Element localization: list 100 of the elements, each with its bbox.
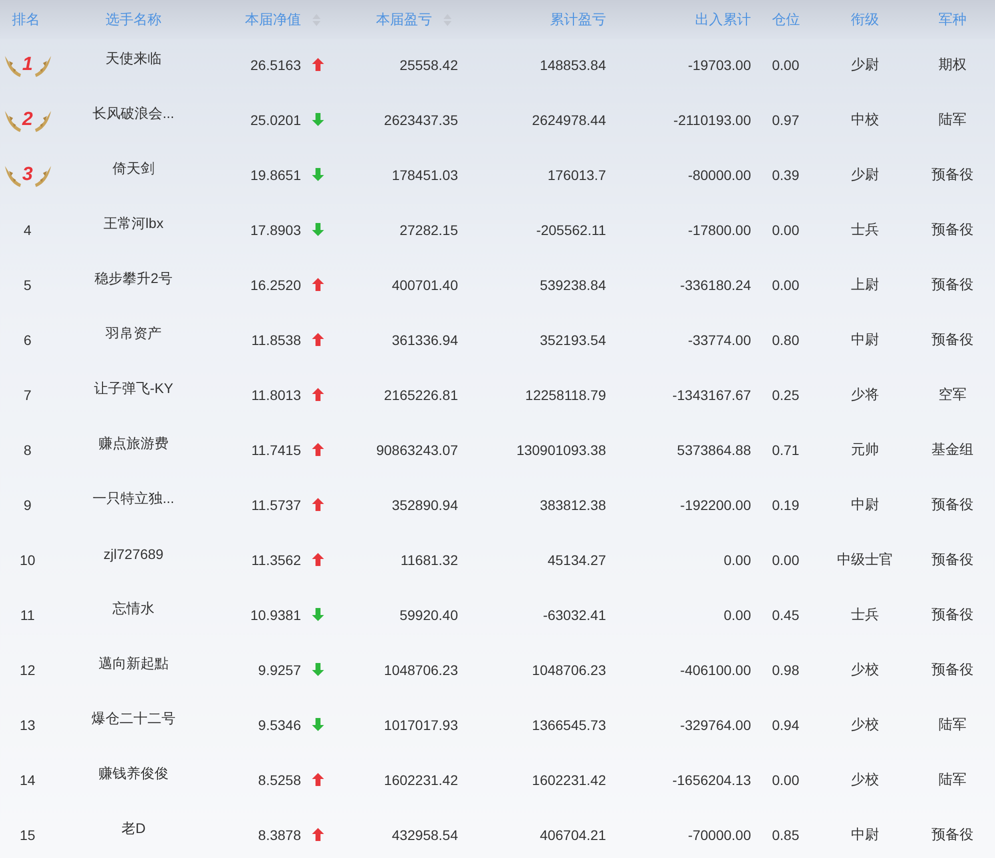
player-name: 让子弹飞-KY	[94, 380, 174, 398]
table-cell: 预备役	[932, 606, 974, 624]
column-header[interactable]: 本届净值	[245, 10, 301, 28]
table-cell: 5373864.88	[677, 442, 751, 458]
table-cell: -2110193.00	[673, 112, 751, 128]
table-cell: 383812.38	[540, 496, 606, 512]
table-cell: 0.19	[772, 496, 800, 512]
table-cell: -1656204.13	[672, 772, 751, 788]
table-cell: 2624978.44	[532, 112, 606, 128]
table-cell: 0.00	[772, 222, 800, 238]
rank-number: 4	[24, 222, 32, 238]
table-cell: 361336.94	[392, 332, 458, 348]
table-cell: 少将	[851, 386, 879, 404]
player-name: 赚钱养俊俊	[98, 764, 168, 782]
column-header: 选手名称	[106, 10, 162, 28]
table-cell: 130901093.38	[516, 442, 606, 458]
table-cell: 预备役	[932, 166, 974, 184]
table-cell: 11.7415	[251, 442, 301, 458]
player-name: 天使来临	[106, 50, 162, 68]
table-cell: 11.3562	[251, 552, 301, 568]
table-cell: 0.25	[772, 386, 800, 402]
table-cell: 352193.54	[540, 332, 606, 348]
table-cell: 2623437.35	[384, 112, 458, 128]
player-name: 长风破浪会...	[92, 104, 174, 122]
table-cell: 148853.84	[540, 56, 606, 72]
rank-number: 12	[20, 662, 36, 678]
table-cell: 12258118.79	[525, 386, 606, 402]
table-cell: 预备役	[932, 660, 974, 678]
table-cell: 8.5258	[258, 772, 301, 788]
table-cell: 1048706.23	[384, 662, 458, 678]
table-cell: -406100.00	[680, 662, 751, 678]
table-cell: 预备役	[932, 496, 974, 514]
table-cell: -205562.11	[536, 222, 606, 238]
table-cell: -336180.24	[680, 276, 751, 292]
table-cell: 0.98	[772, 662, 800, 678]
table-cell: 400701.40	[392, 276, 458, 292]
table-cell: 90863243.07	[376, 442, 458, 458]
table-cell: 少校	[851, 770, 879, 788]
player-name: zjl727689	[104, 546, 164, 562]
table-cell: 0.00	[772, 56, 800, 72]
table-cell: 基金组	[932, 440, 974, 458]
table-cell: 10.9381	[250, 606, 301, 622]
table-cell: 期权	[938, 56, 966, 74]
player-name: 赚点旅游费	[98, 434, 168, 452]
table-cell: 11.8013	[251, 386, 301, 402]
table-cell: 2165226.81	[384, 386, 458, 402]
table-cell: 预备役	[932, 550, 974, 568]
table-cell: 11681.32	[400, 552, 458, 568]
rank-number: 9	[24, 496, 32, 512]
table-cell: 11.5737	[251, 496, 301, 512]
table-cell: 0.00	[772, 276, 800, 292]
rank-number: 2	[22, 108, 33, 130]
table-cell: 士兵	[851, 606, 879, 624]
table-cell: 178451.03	[392, 166, 458, 182]
rank-number: 3	[22, 164, 33, 186]
table-cell: 空军	[938, 386, 966, 404]
table-cell: 1602231.42	[384, 772, 458, 788]
rank-number: 13	[20, 716, 36, 732]
table-cell: -63032.41	[542, 606, 606, 622]
rank-number: 14	[20, 772, 36, 788]
table-cell: 26.5163	[250, 56, 301, 72]
table-cell: 11.8538	[251, 332, 301, 348]
table-cell: 9.5346	[258, 716, 301, 732]
player-name: 倚天剑	[112, 160, 154, 178]
table-cell: 8.3878	[258, 826, 301, 842]
table-cell: 432958.54	[392, 826, 458, 842]
table-cell: 预备役	[932, 826, 974, 844]
rank-number: 8	[24, 442, 32, 458]
table-cell: 0.97	[772, 112, 800, 128]
table-cell: 少校	[851, 660, 879, 678]
table-cell: 1366545.73	[532, 716, 606, 732]
table-cell: 25558.42	[400, 56, 458, 72]
table-cell: 0.00	[772, 772, 800, 788]
table-cell: 上尉	[851, 276, 879, 294]
table-cell: 1048706.23	[532, 662, 606, 678]
table-cell: 25.0201	[250, 112, 301, 128]
table-cell: 中尉	[851, 496, 879, 514]
rank-number: 11	[20, 606, 35, 622]
table-cell: 1602231.42	[532, 772, 606, 788]
table-cell: -33774.00	[688, 332, 751, 348]
table-cell: -19703.00	[688, 56, 751, 72]
table-cell: 27282.15	[400, 222, 458, 238]
table-cell: 0.00	[724, 606, 751, 622]
table-cell: 少校	[851, 716, 879, 734]
table-cell: 9.9257	[258, 662, 301, 678]
table-cell: 中尉	[851, 826, 879, 844]
column-header: 累计盈亏	[550, 10, 606, 28]
table-cell: 0.00	[772, 552, 800, 568]
table-cell: 0.94	[772, 716, 800, 732]
table-cell: 中级士官	[837, 550, 893, 568]
table-cell: -329764.00	[680, 716, 751, 732]
player-name: 老D	[121, 820, 146, 838]
table-cell: 中校	[851, 110, 879, 128]
column-header[interactable]: 本届盈亏	[376, 10, 432, 28]
table-cell: 406704.21	[540, 826, 606, 842]
table-cell: 0.45	[772, 606, 800, 622]
table-cell: 预备役	[932, 330, 974, 348]
table-cell: 元帅	[851, 440, 879, 458]
column-header: 排名	[12, 10, 40, 28]
table-cell: 59920.40	[400, 606, 458, 622]
